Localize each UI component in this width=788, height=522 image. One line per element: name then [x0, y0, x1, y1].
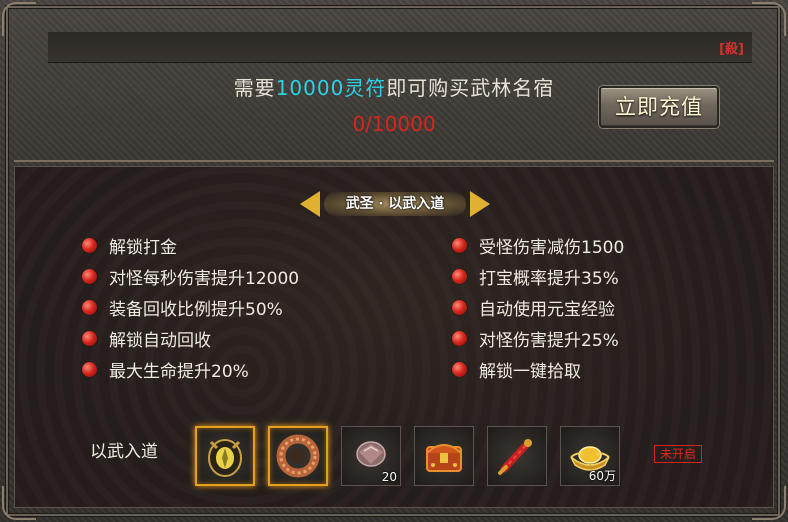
- attribute-text: 受怪伤害减伤1500: [479, 238, 625, 258]
- ring-icon: [276, 434, 320, 478]
- reward-label: 以武入道: [90, 442, 158, 462]
- attribute-item: 解锁打金: [82, 230, 299, 261]
- attribute-item: 对怪每秒伤害提升12000: [82, 261, 299, 292]
- attribute-item: 打宝概率提升35%: [452, 261, 624, 292]
- corner-ornament: [2, 2, 36, 36]
- attribute-item: 自动使用元宝经验: [452, 292, 624, 323]
- bullet-icon: [82, 300, 97, 315]
- attribute-item: 最大生命提升20%: [82, 354, 299, 385]
- reward-slot[interactable]: [195, 426, 255, 486]
- attribute-item: 装备回收比例提升50%: [82, 292, 299, 323]
- item-quantity: 20: [381, 470, 397, 484]
- attribute-text: 装备回收比例提升50%: [109, 300, 283, 320]
- attribute-item: 对怪伤害提升25%: [452, 323, 624, 354]
- medal-icon: [208, 439, 242, 477]
- attribute-text: 打宝概率提升35%: [479, 269, 619, 289]
- attribute-list-right: 受怪伤害减伤1500 打宝概率提升35% 自动使用元宝经验 对怪伤害提升25% …: [452, 230, 624, 385]
- treasure-chest-icon: [426, 444, 462, 472]
- bullet-icon: [452, 300, 467, 315]
- corner-ornament: [752, 2, 786, 36]
- status-badge: 未开启: [654, 445, 702, 463]
- reward-slot[interactable]: [414, 426, 474, 486]
- privilege-title: 武圣 · 以武入道: [345, 196, 445, 212]
- bullet-icon: [452, 362, 467, 377]
- bullet-icon: [82, 362, 97, 377]
- attribute-text: 自动使用元宝经验: [479, 300, 615, 320]
- attribute-item: 受怪伤害减伤1500: [452, 230, 624, 261]
- attribute-text: 解锁打金: [109, 238, 177, 258]
- requirement-prefix: 需要: [233, 76, 276, 100]
- attribute-text: 最大生命提升20%: [109, 362, 249, 382]
- requirement-suffix: 即可购买武林名宿: [386, 76, 555, 100]
- item-quantity: 60万: [588, 469, 616, 483]
- scroll-icon: [498, 439, 532, 475]
- reward-slot[interactable]: [268, 426, 328, 486]
- bullet-icon: [452, 331, 467, 346]
- attribute-text: 解锁自动回收: [109, 331, 211, 351]
- requirement-amount: 10000灵符: [275, 76, 387, 100]
- recharge-button[interactable]: 立即充值: [599, 86, 719, 128]
- bullet-icon: [452, 238, 467, 253]
- close-button[interactable]: [殺]: [719, 38, 744, 57]
- attribute-list-left: 解锁打金 对怪每秒伤害提升12000 装备回收比例提升50% 解锁自动回收 最大…: [82, 230, 299, 385]
- reward-slot[interactable]: [487, 426, 547, 486]
- reward-slot[interactable]: 20: [341, 426, 401, 486]
- arrow-left-icon: [300, 191, 320, 217]
- attribute-text: 对怪伤害提升25%: [479, 331, 619, 351]
- bullet-icon: [82, 269, 97, 284]
- title-strip: [48, 32, 752, 63]
- arrow-right-icon: [470, 191, 490, 217]
- attribute-text: 对怪每秒伤害提升12000: [109, 269, 300, 289]
- bullet-icon: [452, 269, 467, 284]
- reward-slot[interactable]: 60万: [560, 426, 620, 486]
- bullet-icon: [82, 331, 97, 346]
- bullet-icon: [82, 238, 97, 253]
- attribute-item: 解锁自动回收: [82, 323, 299, 354]
- title-banner: 武圣 · 以武入道: [300, 188, 490, 220]
- attribute-text: 解锁一键拾取: [479, 362, 581, 382]
- attribute-item: 解锁一键拾取: [452, 354, 624, 385]
